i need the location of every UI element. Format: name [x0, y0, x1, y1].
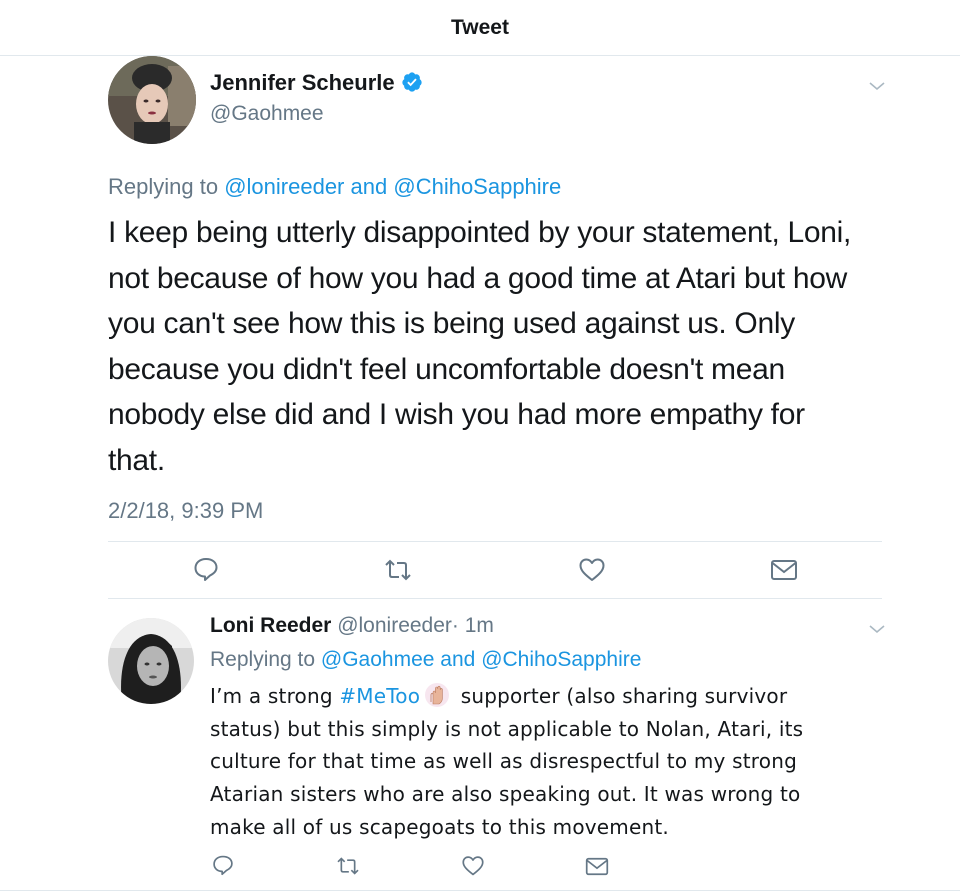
message-icon[interactable] [770, 559, 798, 581]
author-name-text[interactable]: Jennifer Scheurle [210, 70, 395, 95]
chevron-down-icon[interactable] [868, 80, 886, 92]
tweet-text-segment: supporter (also sharing survivor [460, 684, 788, 708]
author-handle[interactable]: @Gaohmee [210, 102, 324, 126]
divider [108, 598, 882, 599]
retweet-icon[interactable] [384, 558, 412, 582]
avatar[interactable] [108, 618, 194, 704]
author-name[interactable]: Loni Reeder [210, 614, 331, 637]
tweet-text-line: I keep being utterly disappointed by you… [108, 216, 852, 249]
tweet-text-line: culture for that time as well as disresp… [210, 749, 797, 774]
divider [108, 541, 882, 542]
replying-user-link[interactable]: @ChihoSapphire [481, 648, 641, 671]
like-icon[interactable] [578, 557, 606, 583]
tweet-text-line: because you didn't feel uncomfortable do… [108, 352, 785, 386]
author-handle[interactable]: @lonireeder [337, 614, 452, 637]
tweet-text: I’m a strong #MeToo supporter (also shar… [210, 680, 900, 844]
message-icon[interactable] [585, 857, 609, 876]
hashtag-link[interactable]: #MeToo [339, 684, 420, 708]
tweet-text-line: not because of how you had a good time a… [108, 261, 848, 295]
replying-prefix: Replying to [210, 648, 316, 671]
time-ago[interactable]: · 1m [452, 614, 494, 637]
tweet-text-segment: I’m a strong [210, 684, 333, 708]
replying-user-link[interactable]: @ChihoSapphire [393, 174, 561, 199]
tweet-text-line: I’m a strong #MeToo supporter (also shar… [210, 680, 900, 713]
divider [0, 890, 960, 891]
verified-badge-icon [402, 72, 422, 92]
like-icon[interactable] [461, 855, 485, 877]
chevron-down-icon[interactable] [868, 623, 886, 635]
reply-icon[interactable] [193, 556, 219, 582]
tweet-text-line: nobody else did and I wish you had more … [108, 398, 805, 432]
replying-user-link[interactable]: @lonireeder [224, 174, 344, 199]
timestamp[interactable]: 2/2/18, 9:39 PM [108, 498, 263, 524]
replying-user-link[interactable]: @Gaohmee [321, 648, 435, 671]
replying-prefix: Replying to [108, 174, 219, 199]
tweet-text: I keep being utterly disappointed by you… [108, 210, 888, 484]
replying-to: Replying to @Gaohmee and @ChihoSapphire [210, 648, 641, 672]
replying-to: Replying to @lonireeder and @ChihoSapphi… [108, 174, 561, 200]
avatar[interactable] [108, 56, 196, 144]
tweet-text-line: Atarian sisters who are also speaking ou… [210, 782, 801, 807]
retweet-icon[interactable] [336, 856, 360, 876]
raised-hand-emoji-icon [425, 683, 450, 707]
top-bar: Tweet [0, 0, 960, 56]
reply-author-line: Loni Reeder @lonireeder· 1m [210, 614, 494, 638]
tweet-text-line: you can't see how this is being used aga… [108, 307, 795, 341]
replying-and[interactable]: and [440, 648, 475, 671]
tweet-text-line: that. [108, 443, 165, 477]
reply-icon[interactable] [212, 854, 234, 876]
tweet-text-line: status) but this simply is not applicabl… [210, 716, 804, 741]
replying-and[interactable]: and [351, 174, 388, 199]
tweet-text-line: make all of us scapegoats to this moveme… [210, 814, 669, 839]
author-name[interactable]: Jennifer Scheurle [210, 70, 423, 96]
page-title: Tweet [451, 16, 509, 39]
